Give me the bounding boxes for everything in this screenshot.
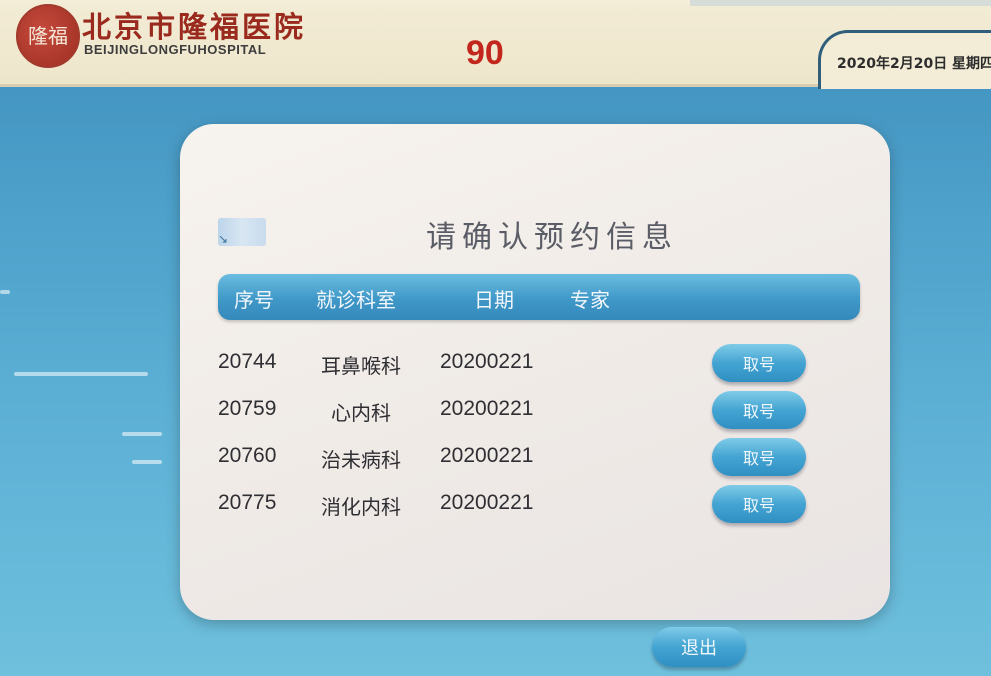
table-row: 20759 心内科 20200221 取号 bbox=[180, 391, 890, 443]
current-date: 2020年2月20日 星期四 bbox=[837, 56, 991, 72]
background-streak bbox=[122, 432, 162, 436]
appointment-date: 20200221 bbox=[440, 397, 534, 420]
take-number-button[interactable]: 取号 bbox=[712, 391, 806, 429]
department: 耳鼻喉科 bbox=[321, 354, 401, 378]
column-header-date: 日期 bbox=[474, 288, 514, 312]
countdown-timer: 90 bbox=[466, 34, 504, 72]
date-panel: 2020年2月20日 星期四 bbox=[818, 30, 991, 89]
arrow-icon: ↘ bbox=[218, 232, 229, 246]
table-row: 20744 耳鼻喉科 20200221 取号 bbox=[180, 344, 890, 396]
column-header-department: 就诊科室 bbox=[316, 288, 396, 312]
appointment-date: 20200221 bbox=[440, 491, 534, 514]
take-number-button[interactable]: 取号 bbox=[712, 344, 806, 382]
logo-text: 隆福 bbox=[28, 24, 68, 48]
appointment-number: 20775 bbox=[218, 491, 277, 514]
appointment-date: 20200221 bbox=[440, 350, 534, 373]
appointment-confirm-dialog: ↘ 请确认预约信息 序号 就诊科室 日期 专家 20744 耳鼻喉科 20200… bbox=[180, 124, 890, 620]
exit-button[interactable]: 退出 bbox=[652, 627, 746, 667]
department: 心内科 bbox=[331, 401, 391, 425]
table-row: 20775 消化内科 20200221 取号 bbox=[180, 485, 890, 537]
hospital-logo: 隆福 bbox=[16, 4, 80, 68]
header-bar: 隆福 北京市隆福医院 BEIJINGLONGFUHOSPITAL 90 2020… bbox=[0, 0, 991, 89]
appointment-date: 20200221 bbox=[440, 444, 534, 467]
background-streak bbox=[132, 460, 162, 464]
department: 消化内科 bbox=[321, 495, 401, 519]
background-streak bbox=[14, 372, 148, 376]
dialog-title: 请确认预约信息 bbox=[426, 220, 678, 255]
department: 治未病科 bbox=[321, 448, 401, 472]
background-streak bbox=[0, 290, 10, 294]
appointment-number: 20760 bbox=[218, 444, 277, 467]
appointment-number: 20744 bbox=[218, 350, 277, 373]
table-header: 序号 就诊科室 日期 专家 bbox=[218, 274, 860, 320]
take-number-button[interactable]: 取号 bbox=[712, 485, 806, 523]
column-header-expert: 专家 bbox=[570, 288, 610, 312]
header-notch bbox=[690, 0, 991, 6]
column-header-number: 序号 bbox=[234, 288, 274, 312]
appointment-number: 20759 bbox=[218, 397, 277, 420]
hospital-name-cn: 北京市隆福医院 bbox=[82, 10, 307, 44]
table-row: 20760 治未病科 20200221 取号 bbox=[180, 438, 890, 490]
hospital-name-en: BEIJINGLONGFUHOSPITAL bbox=[84, 42, 267, 57]
take-number-button[interactable]: 取号 bbox=[712, 438, 806, 476]
